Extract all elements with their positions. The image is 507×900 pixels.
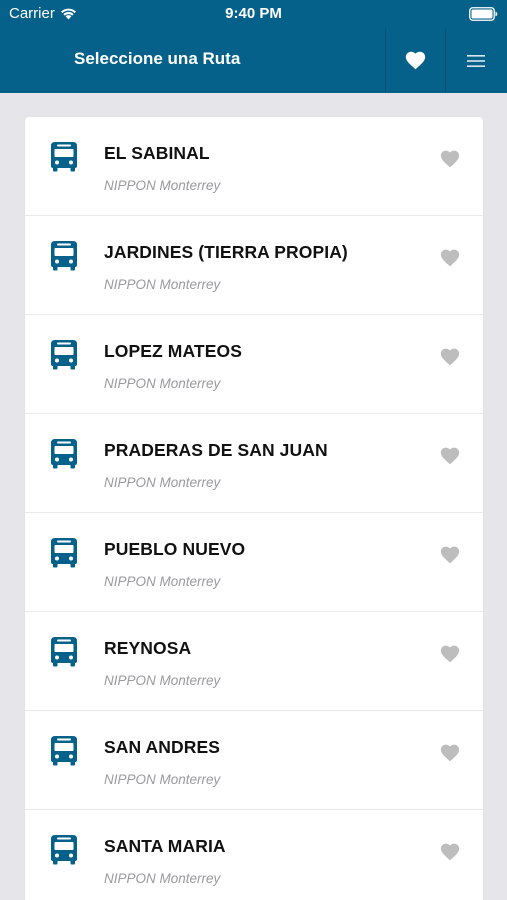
page-title: Seleccione una Ruta bbox=[74, 49, 241, 68]
route-company: NIPPON Monterrey bbox=[104, 277, 221, 292]
favorite-heart-icon[interactable] bbox=[440, 645, 460, 663]
route-item[interactable]: SANTA MARIA NIPPON Monterrey bbox=[25, 810, 483, 900]
favorite-heart-icon[interactable] bbox=[440, 447, 460, 465]
route-item[interactable]: EL SABINAL NIPPON Monterrey bbox=[25, 117, 483, 216]
route-company: NIPPON Monterrey bbox=[104, 574, 221, 589]
route-item[interactable]: LOPEZ MATEOS NIPPON Monterrey bbox=[25, 315, 483, 414]
route-name: PRADERAS DE SAN JUAN bbox=[104, 440, 328, 460]
favorite-heart-icon[interactable] bbox=[440, 150, 460, 168]
route-company: NIPPON Monterrey bbox=[104, 475, 221, 490]
bus-icon bbox=[51, 439, 77, 469]
route-company: NIPPON Monterrey bbox=[104, 772, 221, 787]
bus-icon bbox=[51, 142, 77, 172]
menu-button[interactable] bbox=[445, 28, 505, 93]
favorite-heart-icon[interactable] bbox=[440, 843, 460, 861]
route-name: REYNOSA bbox=[104, 638, 192, 658]
route-name: SANTA MARIA bbox=[104, 836, 226, 856]
route-item[interactable]: PRADERAS DE SAN JUAN NIPPON Monterrey bbox=[25, 414, 483, 513]
route-name: JARDINES (TIERRA PROPIA) bbox=[104, 242, 348, 262]
route-name: LOPEZ MATEOS bbox=[104, 341, 242, 361]
bus-icon bbox=[51, 835, 77, 865]
favorite-heart-icon[interactable] bbox=[440, 546, 460, 564]
hamburger-menu-icon bbox=[466, 54, 485, 67]
bus-icon bbox=[51, 538, 77, 568]
route-item[interactable]: JARDINES (TIERRA PROPIA) NIPPON Monterre… bbox=[25, 216, 483, 315]
route-name: EL SABINAL bbox=[104, 143, 210, 163]
bus-icon bbox=[51, 241, 77, 271]
navigation-bar: Seleccione una Ruta bbox=[0, 28, 507, 93]
bus-icon bbox=[51, 736, 77, 766]
app-header: Carrier 9:40 PM Seleccione una Ruta bbox=[0, 0, 507, 93]
route-company: NIPPON Monterrey bbox=[104, 871, 221, 886]
route-name: PUEBLO NUEVO bbox=[104, 539, 246, 559]
favorite-heart-icon[interactable] bbox=[440, 744, 460, 762]
heart-icon bbox=[405, 51, 426, 70]
battery-icon bbox=[469, 7, 498, 21]
route-item[interactable]: REYNOSA NIPPON Monterrey bbox=[25, 612, 483, 711]
route-item[interactable]: PUEBLO NUEVO NIPPON Monterrey bbox=[25, 513, 483, 612]
route-company: NIPPON Monterrey bbox=[104, 376, 221, 391]
route-list: EL SABINAL NIPPON Monterrey JARDINES (TI… bbox=[25, 117, 483, 900]
route-item[interactable]: SAN ANDRES NIPPON Monterrey bbox=[25, 711, 483, 810]
favorite-heart-icon[interactable] bbox=[440, 348, 460, 366]
bus-icon bbox=[51, 340, 77, 370]
route-name: SAN ANDRES bbox=[104, 737, 221, 757]
status-bar: Carrier 9:40 PM bbox=[0, 0, 507, 28]
status-time: 9:40 PM bbox=[225, 5, 282, 22]
route-company: NIPPON Monterrey bbox=[104, 673, 221, 688]
favorites-button[interactable] bbox=[385, 28, 445, 93]
route-company: NIPPON Monterrey bbox=[104, 178, 221, 193]
bus-icon bbox=[51, 637, 77, 667]
favorite-heart-icon[interactable] bbox=[440, 249, 460, 267]
